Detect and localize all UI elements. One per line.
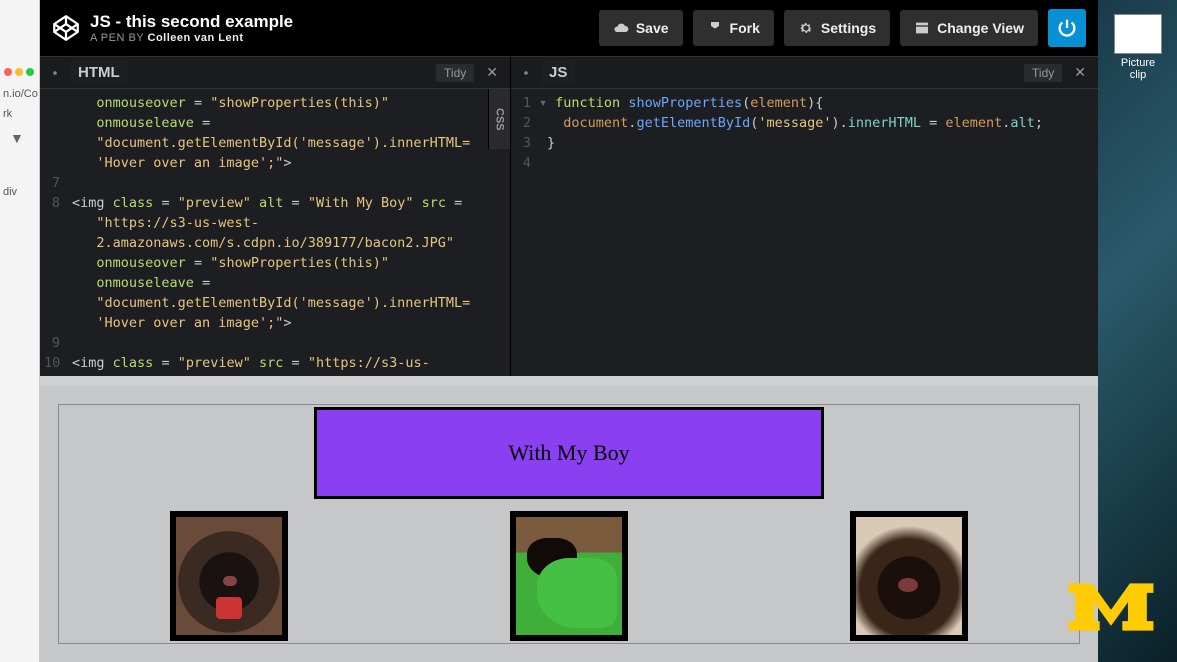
address-fragment: n.io/Co — [0, 84, 39, 104]
js-editor-pane: JS Tidy ✕ 1▾function showProperties(elem… — [510, 56, 1098, 376]
gear-icon[interactable] — [519, 66, 533, 80]
background-browser-window: n.io/Co rk ▼ div — [0, 0, 40, 662]
pen-title: JS - this second example — [90, 12, 589, 32]
html-code-area[interactable]: onmouseover = "showProperties(this)" onm… — [40, 89, 510, 376]
byline-prefix: A PEN BY — [90, 32, 148, 44]
file-icon — [1114, 14, 1162, 54]
bookmark-fragment: rk — [0, 104, 39, 124]
css-collapsed-tab[interactable]: CSS — [488, 89, 510, 149]
preview-image-2[interactable] — [510, 511, 628, 641]
fork-label: Fork — [730, 20, 760, 36]
bookmark-overflow-icon: ▼ — [0, 124, 39, 152]
logout-button[interactable] — [1048, 9, 1086, 47]
gear-icon[interactable] — [48, 66, 62, 80]
close-js-pane-icon[interactable]: ✕ — [1070, 64, 1090, 81]
background-desktop: Picture clip — [1098, 0, 1177, 662]
message-box: With My Boy — [314, 407, 824, 499]
preview-image-3[interactable] — [850, 511, 968, 641]
tidy-js-button[interactable]: Tidy — [1024, 64, 1062, 82]
fork-button[interactable]: Fork — [693, 10, 774, 46]
codepen-app: JS - this second example A PEN BY Collee… — [40, 0, 1098, 662]
michigan-logo — [1063, 574, 1159, 640]
desktop-file[interactable]: Picture clip — [1112, 14, 1164, 81]
output-preview: With My Boy — [40, 376, 1098, 662]
layout-icon — [914, 20, 930, 36]
gear-icon — [798, 20, 814, 36]
codepen-logo-icon — [52, 14, 80, 42]
save-button[interactable]: Save — [599, 10, 683, 46]
pen-title-block: JS - this second example A PEN BY Collee… — [90, 12, 589, 44]
html-pane-header: HTML Tidy ✕ — [40, 57, 510, 89]
message-text: With My Boy — [508, 440, 629, 466]
change-view-button[interactable]: Change View — [900, 10, 1038, 46]
js-pane-label: JS — [541, 60, 575, 85]
window-traffic-lights — [4, 68, 35, 76]
pen-author: Colleen van Lent — [148, 32, 244, 44]
settings-label: Settings — [821, 20, 876, 36]
cloud-icon — [613, 20, 629, 36]
js-code-area[interactable]: 1▾function showProperties(element){ 2 do… — [511, 89, 1098, 376]
html-pane-label: HTML — [70, 60, 128, 85]
file-label: Picture clip — [1112, 57, 1164, 81]
close-html-pane-icon[interactable]: ✕ — [482, 64, 502, 81]
preview-frame[interactable]: With My Boy — [58, 404, 1080, 644]
devtools-fragment: div — [0, 182, 39, 202]
preview-image-1[interactable] — [170, 511, 288, 641]
html-editor-pane: HTML Tidy ✕ CSS onmouseover = "showPrope… — [40, 56, 510, 376]
power-icon — [1056, 17, 1078, 39]
change-view-label: Change View — [937, 20, 1024, 36]
fork-icon — [707, 20, 723, 36]
tidy-html-button[interactable]: Tidy — [436, 64, 474, 82]
app-header: JS - this second example A PEN BY Collee… — [40, 0, 1098, 56]
js-pane-header: JS Tidy ✕ — [511, 57, 1098, 89]
pen-byline: A PEN BY Colleen van Lent — [90, 32, 589, 44]
settings-button[interactable]: Settings — [784, 10, 890, 46]
preview-images-row — [59, 511, 1079, 641]
save-label: Save — [636, 20, 669, 36]
editor-row: HTML Tidy ✕ CSS onmouseover = "showPrope… — [40, 56, 1098, 376]
